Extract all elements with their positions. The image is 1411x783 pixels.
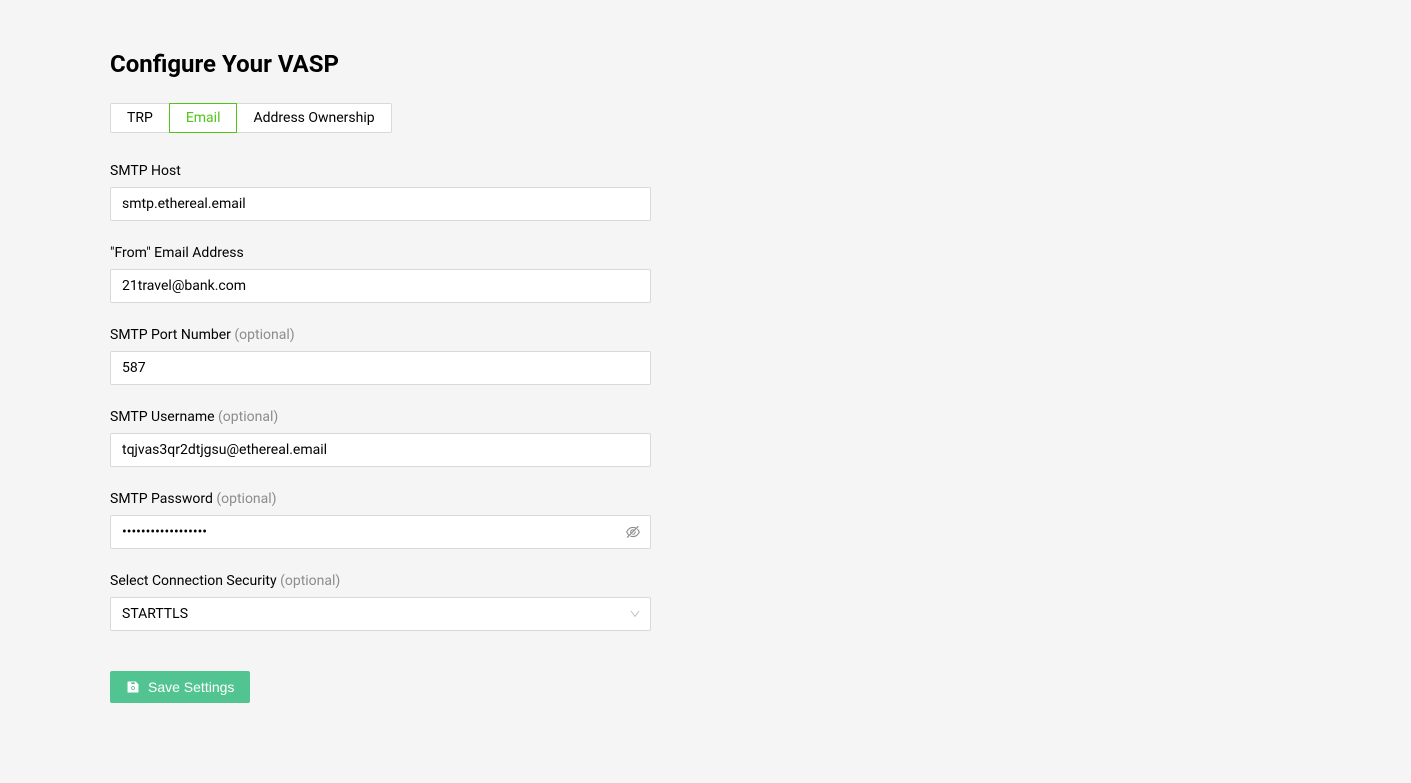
from-email-input[interactable] bbox=[110, 269, 651, 303]
chevron-down-icon bbox=[629, 608, 641, 620]
save-icon bbox=[126, 680, 140, 694]
smtp-username-label: SMTP Username (optional) bbox=[110, 409, 1301, 425]
page-title: Configure Your VASP bbox=[110, 50, 1301, 78]
connection-security-select[interactable]: STARTTLS bbox=[110, 597, 651, 631]
smtp-port-label: SMTP Port Number (optional) bbox=[110, 327, 1301, 343]
smtp-host-label: SMTP Host bbox=[110, 163, 1301, 179]
tabs: TRP Email Address Ownership bbox=[110, 103, 1301, 133]
smtp-host-input[interactable] bbox=[110, 187, 651, 221]
smtp-username-input[interactable] bbox=[110, 433, 651, 467]
smtp-password-input[interactable] bbox=[110, 515, 651, 549]
save-settings-button[interactable]: Save Settings bbox=[110, 671, 250, 703]
from-email-label: "From" Email Address bbox=[110, 245, 1301, 261]
tab-trp[interactable]: TRP bbox=[110, 103, 170, 133]
eye-off-icon[interactable] bbox=[625, 524, 641, 540]
tab-email[interactable]: Email bbox=[169, 103, 238, 133]
tab-address-ownership[interactable]: Address Ownership bbox=[236, 103, 391, 133]
connection-security-label: Select Connection Security (optional) bbox=[110, 573, 1301, 589]
smtp-port-input[interactable] bbox=[110, 351, 651, 385]
smtp-password-label: SMTP Password (optional) bbox=[110, 491, 1301, 507]
